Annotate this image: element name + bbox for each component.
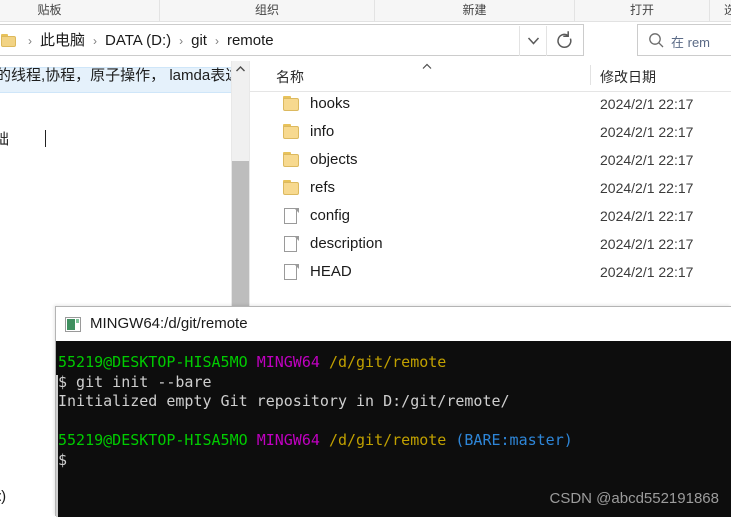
file-icon bbox=[283, 208, 300, 224]
file-date-modified: 2024/2/1 22:17 bbox=[600, 264, 694, 280]
breadcrumb-separator: › bbox=[214, 34, 219, 48]
sort-ascending-icon bbox=[422, 63, 432, 69]
status-hint-area: :) bbox=[0, 310, 60, 516]
text-cursor bbox=[45, 130, 46, 147]
table-row[interactable]: description 2024/2/1 22:17 bbox=[250, 231, 731, 259]
mingw64-terminal-window: MINGW64:/d/git/remote 55219@DESKTOP-HISA… bbox=[55, 306, 731, 517]
csdn-watermark: CSDN @abcd552191868 bbox=[549, 490, 719, 507]
file-name: HEAD bbox=[310, 263, 352, 280]
refresh-button[interactable] bbox=[546, 26, 582, 56]
terminal-line: $ bbox=[58, 451, 573, 471]
ribbon-group-label: 贴板 bbox=[37, 3, 62, 17]
navigation-pane-scrollbar[interactable] bbox=[232, 61, 250, 310]
file-date-modified: 2024/2/1 22:17 bbox=[600, 152, 694, 168]
terminal-segment: Initialized empty Git repository in D:/g… bbox=[58, 392, 510, 410]
file-list-pane: 名称 修改日期 hooks 2024/2/1 22:17 info 2024/2… bbox=[250, 61, 731, 310]
terminal-segment: /d/git/remote bbox=[328, 353, 447, 371]
terminal-segment: MINGW64 bbox=[256, 431, 329, 449]
file-name: description bbox=[310, 235, 383, 252]
ribbon-group-label: 选 bbox=[723, 3, 731, 17]
address-dropdown-button[interactable] bbox=[519, 26, 546, 56]
refresh-icon bbox=[557, 31, 572, 48]
ribbon-group-clipboard[interactable]: 贴板 bbox=[0, 0, 160, 21]
terminal-segment: (BARE:master) bbox=[455, 431, 573, 449]
nav-item-secondary-label[interactable]: 础 bbox=[0, 128, 9, 149]
folder-icon bbox=[283, 124, 300, 140]
folder-icon bbox=[283, 152, 300, 168]
terminal-line: Initialized empty Git repository in D:/g… bbox=[58, 392, 573, 412]
terminal-title-bar[interactable]: MINGW64:/d/git/remote bbox=[56, 307, 731, 341]
folder-icon bbox=[283, 96, 300, 112]
file-date-modified: 2024/2/1 22:17 bbox=[600, 236, 694, 252]
terminal-line: 55219@DESKTOP-HISA5MO MINGW64 /d/git/rem… bbox=[58, 431, 573, 451]
terminal-segment: MINGW64 bbox=[256, 353, 329, 371]
terminal-output: 55219@DESKTOP-HISA5MO MINGW64 /d/git/rem… bbox=[58, 353, 573, 470]
nav-item-selected-label: 的线程,协程，原子操作， lamda表达 bbox=[0, 67, 232, 84]
ribbon-group-new[interactable]: 新建 bbox=[375, 0, 575, 21]
breadcrumb-item-git[interactable]: git bbox=[188, 29, 210, 53]
column-divider[interactable] bbox=[590, 65, 591, 85]
ribbon-group-label: 打开 bbox=[629, 3, 654, 17]
search-input-placeholder: 在 rem bbox=[671, 35, 711, 50]
scrollbar-up-button[interactable] bbox=[232, 61, 249, 78]
ribbon-bar: 贴板 组织 新建 打开 选 bbox=[0, 0, 731, 22]
terminal-body[interactable]: 55219@DESKTOP-HISA5MO MINGW64 /d/git/rem… bbox=[56, 341, 731, 517]
ribbon-group-organize[interactable]: 组织 bbox=[160, 0, 375, 21]
table-row[interactable]: refs 2024/2/1 22:17 bbox=[250, 175, 731, 203]
column-header-date-modified[interactable]: 修改日期 bbox=[600, 67, 656, 87]
breadcrumb-item-this-pc[interactable]: 此电脑 bbox=[37, 29, 88, 53]
breadcrumb-separator: › bbox=[179, 34, 184, 48]
table-row[interactable]: info 2024/2/1 22:17 bbox=[250, 119, 731, 147]
table-row[interactable]: objects 2024/2/1 22:17 bbox=[250, 147, 731, 175]
terminal-segment: $ git init --bare bbox=[58, 372, 212, 391]
file-name: info bbox=[310, 123, 335, 140]
scrollbar-thumb[interactable] bbox=[232, 161, 249, 310]
table-row[interactable]: hooks 2024/2/1 22:17 bbox=[250, 91, 731, 119]
file-name: hooks bbox=[310, 95, 351, 112]
ribbon-group-open[interactable]: 打开 bbox=[575, 0, 710, 21]
breadcrumb: › 此电脑 › DATA (D:) › git › remote bbox=[23, 25, 277, 57]
terminal-segment: 55219@DESKTOP-HISA5MO bbox=[58, 431, 257, 449]
terminal-segment: 55219@DESKTOP-HISA5MO bbox=[58, 353, 257, 371]
file-name: config bbox=[310, 207, 351, 224]
navigation-pane: 的线程,协程，原子操作， lamda表达 础 bbox=[0, 61, 232, 310]
column-header-name[interactable]: 名称 bbox=[276, 67, 304, 87]
folder-icon bbox=[1, 34, 16, 47]
file-icon bbox=[283, 236, 300, 252]
file-name: objects bbox=[310, 151, 358, 168]
table-row[interactable]: HEAD 2024/2/1 22:17 bbox=[250, 259, 731, 287]
breadcrumb-separator: › bbox=[28, 34, 32, 48]
file-name: refs bbox=[310, 179, 336, 196]
file-date-modified: 2024/2/1 22:17 bbox=[600, 208, 694, 224]
breadcrumb-item-remote[interactable]: remote bbox=[224, 29, 277, 53]
table-row[interactable]: config 2024/2/1 22:17 bbox=[250, 203, 731, 231]
terminal-line: 55219@DESKTOP-HISA5MO MINGW64 /d/git/rem… bbox=[58, 353, 573, 373]
breadcrumb-separator: › bbox=[93, 34, 98, 48]
folder-icon bbox=[283, 180, 300, 196]
file-date-modified: 2024/2/1 22:17 bbox=[600, 124, 694, 140]
terminal-line: $ git init --bare bbox=[58, 373, 573, 393]
ribbon-group-select[interactable]: 选 bbox=[710, 0, 731, 21]
file-list-rows: hooks 2024/2/1 22:17 info 2024/2/1 22:17… bbox=[250, 91, 731, 287]
terminal-title-text: MINGW64:/d/git/remote bbox=[90, 315, 248, 332]
file-icon bbox=[283, 264, 300, 280]
file-date-modified: 2024/2/1 22:17 bbox=[600, 96, 694, 112]
terminal-segment: /d/git/remote bbox=[328, 431, 456, 449]
address-bar[interactable]: › 此电脑 › DATA (D:) › git › remote bbox=[0, 24, 584, 56]
terminal-segment: $ bbox=[58, 450, 68, 469]
search-icon bbox=[649, 33, 664, 48]
file-date-modified: 2024/2/1 22:17 bbox=[600, 180, 694, 196]
status-hint-text: :) bbox=[0, 488, 6, 505]
column-header-row: 名称 修改日期 bbox=[250, 61, 731, 92]
breadcrumb-item-data-d[interactable]: DATA (D:) bbox=[102, 29, 174, 53]
ribbon-group-label: 组织 bbox=[254, 3, 279, 17]
search-box[interactable]: 在 rem bbox=[637, 24, 731, 56]
chevron-up-icon bbox=[236, 66, 245, 72]
address-bar-row: › 此电脑 › DATA (D:) › git › remote 在 rem bbox=[0, 22, 731, 60]
ribbon-group-label: 新建 bbox=[462, 3, 487, 17]
chevron-down-icon bbox=[527, 37, 540, 45]
git-bash-icon bbox=[65, 317, 81, 332]
